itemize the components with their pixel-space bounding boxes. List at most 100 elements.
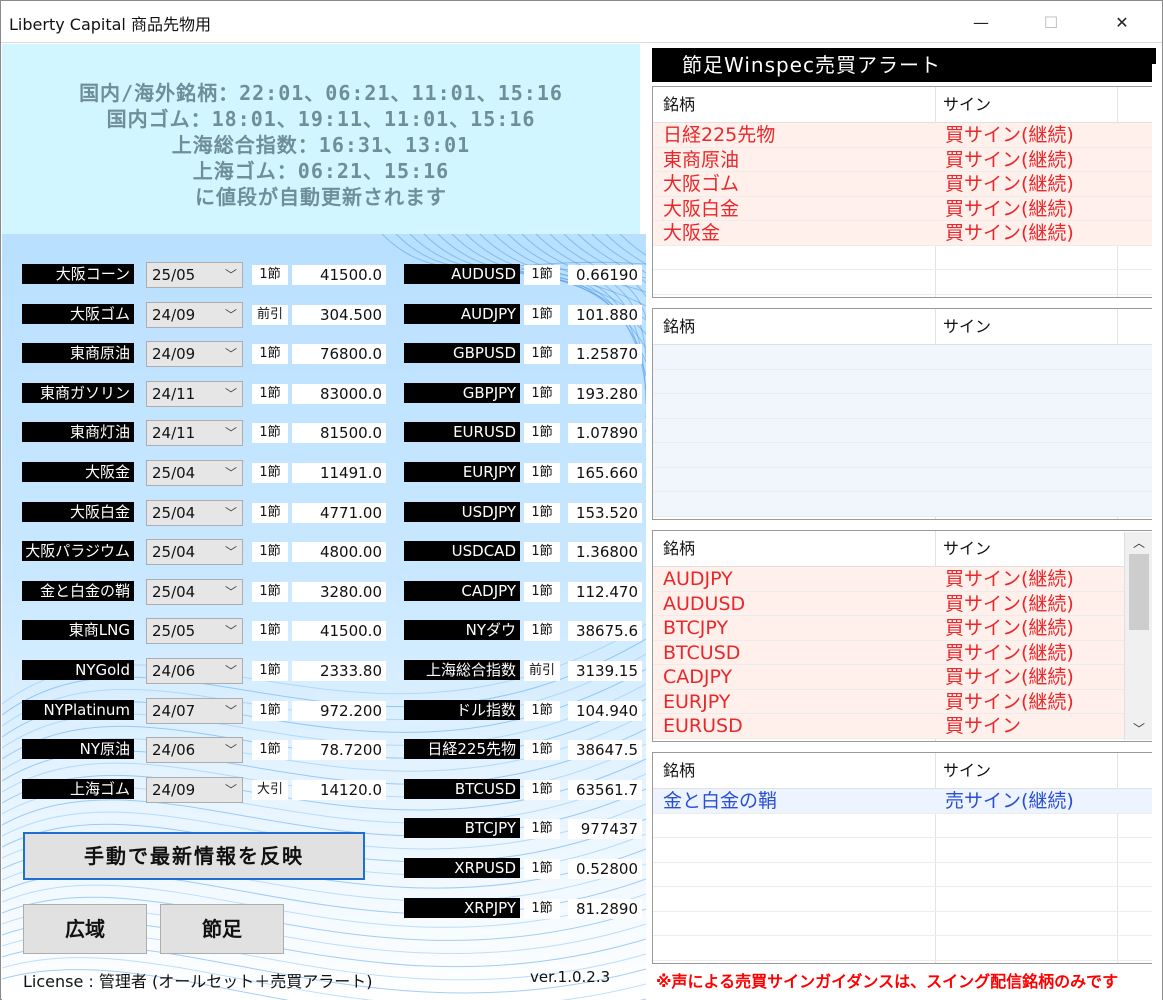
alert-sign: 買サイン(継続) [945,148,1074,171]
alert-panel-2[interactable]: 銘柄 サイン [652,308,1156,520]
instrument-label: NYPlatinum [22,699,134,720]
alert-row[interactable]: CADJPY 買サイン(継続) [653,665,1155,690]
contract-select[interactable]: 24/09 ﹀ [146,301,243,328]
empty-row [653,270,1155,295]
close-button[interactable]: ✕ [1093,1,1151,43]
instrument-label: 金と白金の鞘 [22,580,134,601]
schedule-line: 国内/海外銘柄：22:01、06:21、11:01、15:16 [79,81,563,105]
contract-select[interactable]: 25/04 ﹀ [146,460,243,486]
contract-select[interactable]: 25/04 ﹀ [146,578,243,605]
alert-row[interactable]: 大阪白金 買サイン(継続) [653,196,1155,221]
price-value: 3280.00 [292,581,386,602]
schedule-line: 上海総合指数：16:31、13:01 [171,133,471,157]
contract-value: 25/05 [152,622,196,641]
instrument-label: AUDJPY [404,303,520,324]
fx-row: USDCAD 1節 1.36800 [404,539,644,565]
contract-value: 24/11 [152,424,196,443]
session-tag: 1節 [524,463,560,483]
alert-panel-4[interactable]: 銘柄 サイン 金と白金の鞘 売サイン(継続) [652,752,1156,964]
alert-panel-1[interactable]: 銘柄 サイン 日経225先物 買サイン(継続) 東商原油 買サイン(継続) 大阪ゴム 買サイ… [652,86,1156,298]
client-area: 国内/海外銘柄：22:01、06:21、11:01、15:16 国内ゴム：18:… [2,44,1162,1000]
alert-panel-3[interactable]: 銘柄 サイン AUDJPY 買サイン(継続) AUDUSD 買サイン(継続) BTCJPY… [652,530,1156,742]
contract-select[interactable]: 24/09 ﹀ [146,776,243,803]
alert-instrument: 金と白金の鞘 [663,790,778,812]
alert-sign: 買サイン(継続) [945,666,1074,688]
price-value: 104.940 [568,700,642,721]
col-header-name: 銘柄 [663,95,696,114]
alert-row[interactable]: BTCJPY 買サイン(継続) [653,616,1155,641]
fx-row: 上海総合指数 前引 3139.15 [404,658,644,684]
contract-select[interactable]: 25/04 ﹀ [146,499,243,526]
price-row: 上海ゴム 24/09 ﹀ 大引 14120.0 [22,776,386,803]
contract-select[interactable]: 24/07 ﹀ [146,697,243,724]
instrument-label: 大阪パラジウム [22,541,134,562]
alert-instrument: 大阪白金 [663,197,740,220]
contract-select[interactable]: 24/11 ﹀ [146,380,243,407]
alert-row[interactable]: 大阪ゴム 買サイン(継続) [653,172,1155,197]
session-tag: 1節 [524,423,560,444]
alert-sign: 買サイン(継続) [945,197,1074,220]
contract-select[interactable]: 25/05 ﹀ [146,262,243,288]
price-value: 41500.0 [292,621,386,642]
instrument-label: EURJPY [404,462,520,482]
scroll-up-icon[interactable]: ︿ [1125,532,1153,554]
alert-row[interactable]: AUDJPY 買サイン(継続) [653,567,1155,592]
chevron-down-icon: ﹀ [224,505,237,520]
contract-select[interactable]: 24/11 ﹀ [146,420,243,447]
alert-row[interactable]: 東商原油 買サイン(継続) [653,147,1155,172]
instrument-label: 大阪コーン [22,264,134,284]
update-schedule-box: 国内/海外銘柄：22:01、06:21、11:01、15:16 国内ゴム：18:… [2,44,640,234]
price-row: 大阪コーン 25/05 ﹀ 1節 41500.0 [22,262,386,288]
empty-row [653,887,1155,912]
maximize-button[interactable]: ☐ [1022,1,1080,43]
minimize-icon: — [973,12,989,32]
alert-sign: 買サイン(継続) [945,641,1074,664]
alert-row[interactable]: AUDUSD 買サイン(継続) [653,591,1155,616]
fx-row: EURJPY 1節 165.660 [404,460,644,486]
session-tag: 1節 [252,265,288,285]
fx-row: ドル指数 1節 104.940 [404,698,644,724]
alert-row[interactable]: EURJPY 買サイン(継続) [653,689,1155,714]
contract-select[interactable]: 24/09 ﹀ [146,341,243,368]
scroll-thumb[interactable] [1129,554,1149,630]
app-window: Liberty Capital 商品先物用 — ☐ ✕ 国内/海外銘柄：22:0… [0,0,1163,1000]
alert-row[interactable]: EURUSD 買サイン [653,714,1155,739]
price-row: 東商ガソリン 24/11 ﹀ 1節 83000.0 [22,380,386,407]
title-bar[interactable]: Liberty Capital 商品先物用 — ☐ ✕ [1,1,1162,43]
alert-row[interactable]: 大阪金 買サイン(継続) [653,221,1155,246]
price-value: 304.500 [292,304,386,325]
empty-row [653,814,1155,838]
scrollbar[interactable]: ︿ ﹀ [1124,532,1152,740]
alert-instrument: BTCUSD [663,641,741,664]
session-tag: 1節 [252,581,288,602]
alert-row[interactable]: 金と白金の鞘 売サイン(継続) [653,789,1155,814]
session-tag: 1節 [524,898,560,919]
chevron-down-icon: ﹀ [224,743,237,758]
alert-instrument: EURUSD [663,715,743,737]
wide-area-button[interactable]: 広域 [23,904,147,954]
price-value: 83000.0 [292,383,386,404]
minimize-button[interactable]: — [952,1,1010,43]
contract-value: 25/04 [152,582,196,601]
price-row: 大阪白金 25/04 ﹀ 1節 4771.00 [22,499,386,526]
alert-sign: 買サイン [945,715,1022,737]
contract-select[interactable]: 25/04 ﹀ [146,539,243,566]
contract-select[interactable]: 25/05 ﹀ [146,618,243,645]
price-row: NYGold 24/06 ﹀ 1節 2333.80 [22,658,386,684]
session-tag: 大引 [252,779,288,800]
contract-select[interactable]: 24/06 ﹀ [146,737,243,764]
fx-row: NYダウ 1節 38675.6 [404,618,644,644]
panel-header: 銘柄 サイン [653,309,1155,345]
instrument-label: EURUSD [404,422,520,443]
price-value: 81.2890 [568,898,642,919]
scroll-down-icon[interactable]: ﹀ [1125,718,1153,740]
fx-row: XRPJPY 1節 81.2890 [404,896,644,922]
setsu-button[interactable]: 節足 [160,904,284,954]
alert-row[interactable]: BTCUSD 買サイン(継続) [653,640,1155,665]
alert-row[interactable]: 日経225先物 買サイン(継続) [653,123,1155,148]
session-tag: 1節 [252,542,288,563]
contract-value: 25/04 [152,543,196,562]
refresh-button[interactable]: 手動で最新情報を反映 [23,832,365,880]
fx-row: USDJPY 1節 153.520 [404,500,644,526]
contract-select[interactable]: 24/06 ﹀ [146,658,243,684]
